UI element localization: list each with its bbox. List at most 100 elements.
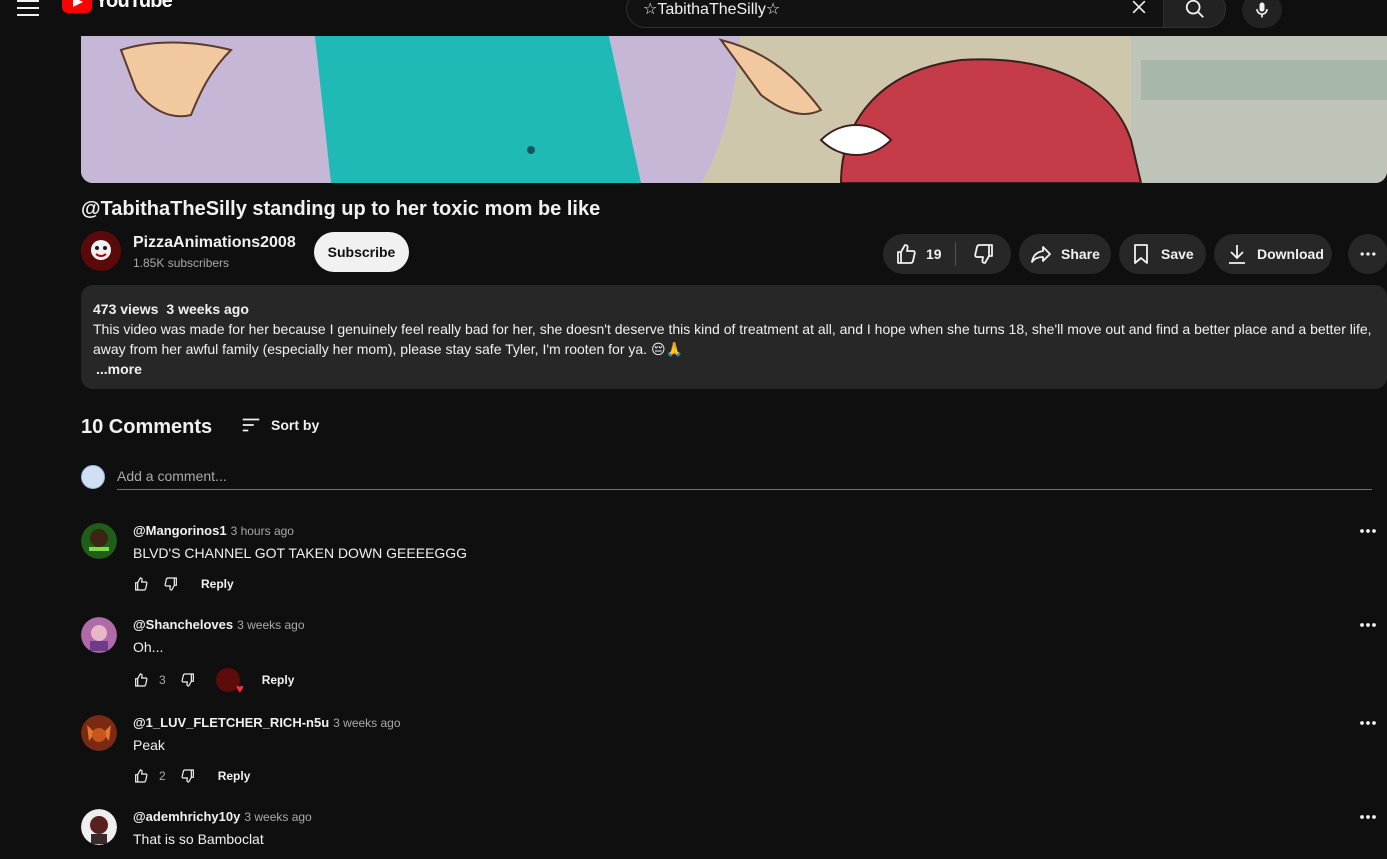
avatar-image bbox=[81, 617, 117, 653]
view-count: 473 views bbox=[93, 301, 159, 317]
comment-text: That is so Bamboclat bbox=[133, 831, 264, 847]
more-horizontal-icon bbox=[1360, 252, 1376, 256]
thumbs-up-icon bbox=[135, 577, 148, 591]
comment-menu-icon[interactable] bbox=[1357, 617, 1379, 633]
avatar-image bbox=[81, 715, 117, 751]
bookmark-icon bbox=[1134, 244, 1148, 264]
comment-actions: 3 ♥ Reply bbox=[133, 668, 295, 695]
more-actions-button[interactable] bbox=[1348, 234, 1387, 274]
comment-menu-icon[interactable] bbox=[1357, 523, 1379, 539]
comment-text: Peak bbox=[133, 737, 165, 753]
search-box[interactable]: ☆TabithaTheSilly☆ bbox=[626, 0, 1163, 28]
sort-icon bbox=[242, 418, 260, 432]
comment-author[interactable]: @Shancheloves 3 weeks ago bbox=[133, 617, 305, 632]
comment-author-name[interactable]: @1_LUV_FLETCHER_RICH-n5u bbox=[133, 715, 329, 730]
channel-avatar[interactable] bbox=[81, 231, 121, 271]
comment-author-name[interactable]: @Mangorinos1 bbox=[133, 523, 227, 538]
microphone-icon bbox=[1256, 2, 1268, 18]
comment-author-name[interactable]: @ademhrichy10y bbox=[133, 809, 240, 824]
download-button[interactable]: Download bbox=[1214, 234, 1332, 274]
comment-menu-icon[interactable] bbox=[1357, 715, 1379, 731]
comment-time[interactable]: 3 weeks ago bbox=[244, 810, 311, 824]
comments-count: 10 Comments bbox=[81, 416, 213, 438]
comment-text: Oh... bbox=[133, 639, 164, 655]
comment-like-count: 3 bbox=[159, 673, 166, 687]
masthead: YouTube CA ☆TabithaTheSilly☆ bbox=[0, 0, 1387, 36]
commenter-avatar[interactable] bbox=[81, 523, 117, 559]
like-dislike-group: 19 bbox=[883, 234, 1011, 274]
share-label: Share bbox=[1061, 246, 1100, 262]
commenter-avatar[interactable] bbox=[81, 617, 117, 653]
subscribe-button[interactable]: Subscribe bbox=[314, 232, 409, 272]
creator-heart-badge: ♥ bbox=[215, 668, 244, 695]
comment-like-button[interactable]: 3 bbox=[133, 672, 166, 688]
dislike-button[interactable] bbox=[956, 234, 1011, 274]
user-avatar bbox=[81, 465, 105, 489]
add-comment-input[interactable]: Add a comment... bbox=[117, 468, 1372, 490]
share-icon bbox=[1031, 246, 1051, 263]
like-button[interactable]: 19 bbox=[883, 234, 955, 274]
comment-time[interactable]: 3 weeks ago bbox=[333, 716, 400, 730]
comment-author[interactable]: @ademhrichy10y 3 weeks ago bbox=[133, 809, 312, 824]
youtube-play-icon bbox=[62, 0, 92, 13]
more-horizontal-icon bbox=[1360, 815, 1376, 819]
video-title: @TabithaTheSilly standing up to her toxi… bbox=[81, 198, 601, 220]
subscriber-count: 1.85K subscribers bbox=[133, 256, 230, 270]
thumbs-down-icon bbox=[181, 769, 194, 783]
more-horizontal-icon bbox=[1360, 529, 1376, 533]
comment-like-button[interactable]: 2 bbox=[133, 768, 166, 784]
thumbs-up-icon bbox=[897, 244, 916, 264]
download-label: Download bbox=[1257, 246, 1324, 262]
comment-dislike-button[interactable] bbox=[163, 576, 179, 592]
commenter-avatar[interactable] bbox=[81, 715, 117, 751]
description-line-1: This video was made for her because I ge… bbox=[93, 321, 1372, 337]
channel-name[interactable]: PizzaAnimations2008 bbox=[133, 234, 296, 252]
thumbs-up-icon bbox=[135, 673, 148, 687]
comment-time[interactable]: 3 hours ago bbox=[231, 524, 294, 538]
description-line-2: away from her awful family (especially h… bbox=[93, 341, 683, 357]
more-horizontal-icon bbox=[1360, 721, 1376, 725]
search-icon bbox=[1185, 0, 1204, 18]
comment-actions: Reply bbox=[133, 576, 234, 592]
youtube-logo[interactable]: YouTube CA bbox=[62, 0, 185, 13]
download-icon bbox=[1229, 245, 1245, 264]
thumbs-up-icon bbox=[135, 769, 148, 783]
comment-menu-icon[interactable] bbox=[1357, 809, 1379, 825]
comment-author[interactable]: @1_LUV_FLETCHER_RICH-n5u 3 weeks ago bbox=[133, 715, 401, 730]
comment-dislike-button[interactable] bbox=[180, 672, 196, 688]
comment-actions: 2 Reply bbox=[133, 768, 250, 784]
view-date-line: 473 views 3 weeks ago bbox=[93, 299, 1375, 319]
comment-dislike-button[interactable] bbox=[180, 768, 196, 784]
upload-date: 3 weeks ago bbox=[166, 301, 249, 317]
reply-button[interactable]: Reply bbox=[218, 769, 251, 783]
thumbs-down-icon bbox=[164, 577, 177, 591]
sort-by-label: Sort by bbox=[271, 417, 320, 433]
voice-search-button[interactable] bbox=[1242, 0, 1282, 28]
commenter-avatar[interactable] bbox=[81, 809, 117, 845]
logo-text: YouTube bbox=[95, 0, 173, 12]
save-button[interactable]: Save bbox=[1119, 234, 1206, 274]
menu-icon[interactable] bbox=[17, 0, 39, 18]
save-label: Save bbox=[1161, 246, 1194, 262]
like-count: 19 bbox=[926, 246, 942, 262]
avatar-image bbox=[81, 809, 117, 845]
thumbs-down-icon bbox=[181, 673, 194, 687]
comment-author-name[interactable]: @Shancheloves bbox=[133, 617, 233, 632]
comment-text: BLVD'S CHANNEL GOT TAKEN DOWN GEEEEGGG bbox=[133, 545, 468, 561]
show-more-link[interactable]: ...more bbox=[96, 359, 1375, 379]
comment-author[interactable]: @Mangorinos1 3 hours ago bbox=[133, 523, 294, 538]
thumbs-down-icon bbox=[973, 244, 993, 264]
description-box[interactable]: 473 views 3 weeks ago This video was made… bbox=[81, 285, 1387, 389]
comment-time[interactable]: 3 weeks ago bbox=[237, 618, 304, 632]
comment-like-button[interactable] bbox=[133, 576, 149, 592]
heart-icon: ♥ bbox=[235, 681, 244, 696]
search-button[interactable] bbox=[1163, 0, 1226, 28]
share-button[interactable]: Share bbox=[1019, 234, 1111, 274]
reply-button[interactable]: Reply bbox=[262, 673, 295, 687]
close-icon[interactable] bbox=[1129, 0, 1149, 17]
more-horizontal-icon bbox=[1360, 623, 1376, 627]
reply-button[interactable]: Reply bbox=[201, 577, 234, 591]
avatar-image bbox=[81, 523, 117, 559]
sort-by-button[interactable]: Sort by bbox=[240, 414, 319, 436]
search-input[interactable]: ☆TabithaTheSilly☆ bbox=[643, 0, 780, 19]
